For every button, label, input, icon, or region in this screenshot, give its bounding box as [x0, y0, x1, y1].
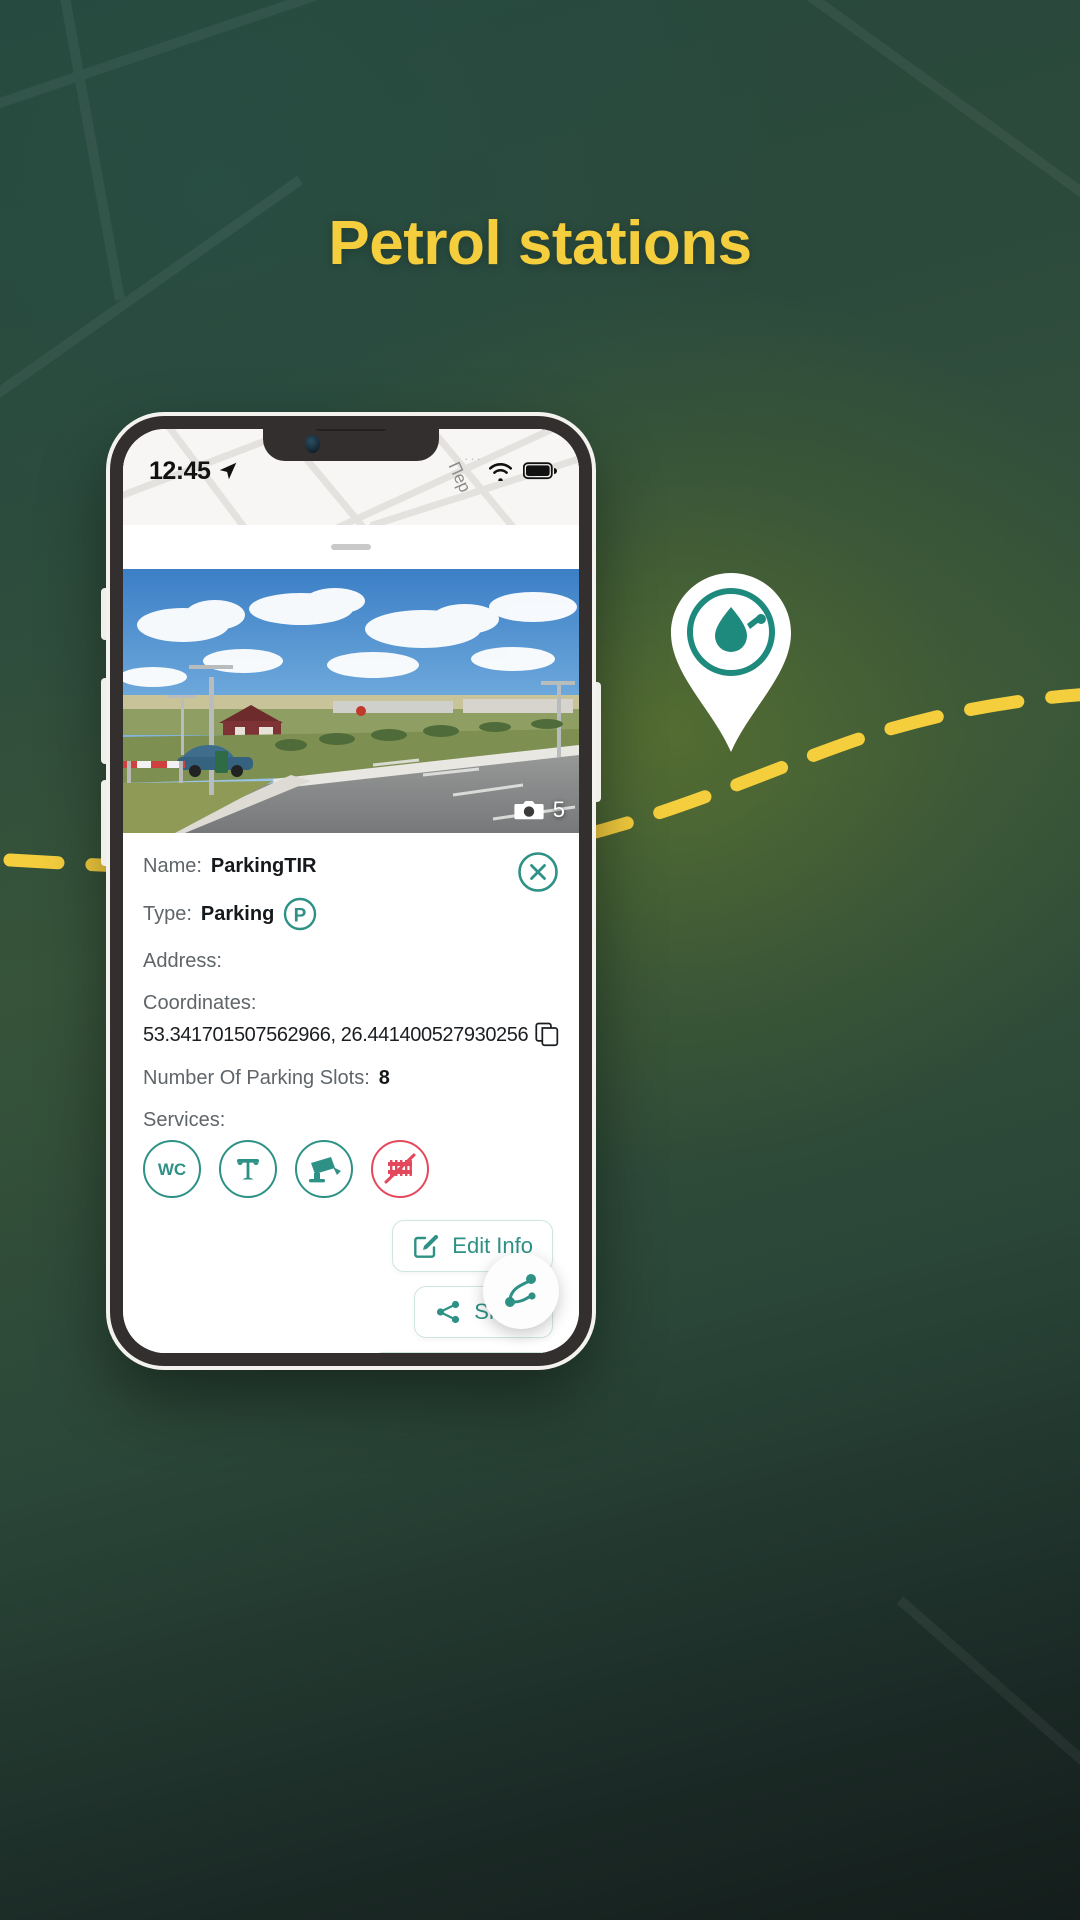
status-time: 12:45	[149, 456, 211, 485]
close-button[interactable]	[517, 851, 559, 893]
share-icon	[437, 1300, 460, 1324]
place-photo[interactable]: 5	[123, 569, 579, 833]
phone-frame: ··· Пер 12:45 5 Name: ParkingTIR Type: P…	[101, 412, 601, 1370]
route-directions-icon	[505, 1274, 536, 1307]
address-label: Address:	[143, 950, 222, 972]
type-row: Type: Parking P	[143, 897, 559, 931]
close-circle-icon	[518, 852, 558, 892]
service-no-fence-icon[interactable]	[371, 1140, 429, 1198]
services-list: WC	[143, 1140, 559, 1198]
phone-silent-switch[interactable]	[101, 588, 110, 640]
service-wc-icon[interactable]: WC	[143, 1140, 201, 1198]
coordinates-row: Coordinates:	[143, 992, 559, 1015]
location-arrow-icon	[220, 462, 237, 480]
add-photo-button[interactable]: Add photo	[370, 1352, 553, 1353]
slots-label: Number Of Parking Slots:	[143, 1067, 370, 1089]
phone-volume-down-button[interactable]	[101, 780, 110, 866]
services-label: Services:	[143, 1109, 226, 1131]
camera-icon	[514, 801, 544, 820]
address-row: Address:	[143, 950, 559, 973]
sheet-header[interactable]	[123, 525, 579, 569]
map-background-strip[interactable]: ··· Пер 12:45	[123, 429, 579, 525]
edit-square-icon	[414, 1235, 439, 1258]
name-value: ParkingTIR	[210, 855, 317, 877]
svg-text:WC: WC	[158, 1160, 186, 1179]
type-label: Type:	[143, 902, 192, 925]
phone-volume-up-button[interactable]	[101, 678, 110, 764]
slots-row: Number Of Parking Slots: 8	[143, 1067, 559, 1090]
coordinates-label: Coordinates:	[143, 992, 257, 1014]
battery-full-icon	[523, 462, 557, 480]
services-row-label: Services:	[143, 1109, 559, 1132]
copy-icon[interactable]	[535, 1021, 559, 1049]
photo-count-badge: 5	[514, 797, 565, 823]
name-label: Name:	[143, 855, 202, 877]
wifi-icon	[489, 463, 512, 481]
phone-power-button[interactable]	[592, 682, 601, 802]
svg-text:P: P	[294, 906, 307, 927]
directions-fab-button[interactable]	[483, 1253, 559, 1329]
phone-notch	[263, 429, 439, 461]
coordinates-value: 53.341701507562966, 26.441400527930256	[143, 1023, 529, 1046]
slots-value: 8	[378, 1067, 390, 1089]
type-value: Parking	[200, 902, 275, 925]
page-title: Petrol stations	[328, 209, 752, 278]
status-time-group: 12:45	[149, 457, 239, 486]
service-lamp-post-icon[interactable]	[219, 1140, 277, 1198]
map-pin[interactable]	[668, 570, 794, 755]
name-row: Name: ParkingTIR	[143, 855, 559, 878]
phone-screen: ··· Пер 12:45 5 Name: ParkingTIR Type: P…	[123, 429, 579, 1353]
photo-count-value: 5	[552, 797, 565, 822]
status-indicators	[487, 461, 557, 481]
service-cctv-camera-icon[interactable]	[295, 1140, 353, 1198]
phone-front-camera	[305, 435, 320, 453]
phone-speaker	[315, 429, 387, 431]
sheet-grabber[interactable]	[331, 544, 371, 550]
coordinates-value-row[interactable]: 53.341701507562966, 26.441400527930256	[143, 1021, 559, 1049]
parking-p-icon: P	[284, 897, 317, 931]
